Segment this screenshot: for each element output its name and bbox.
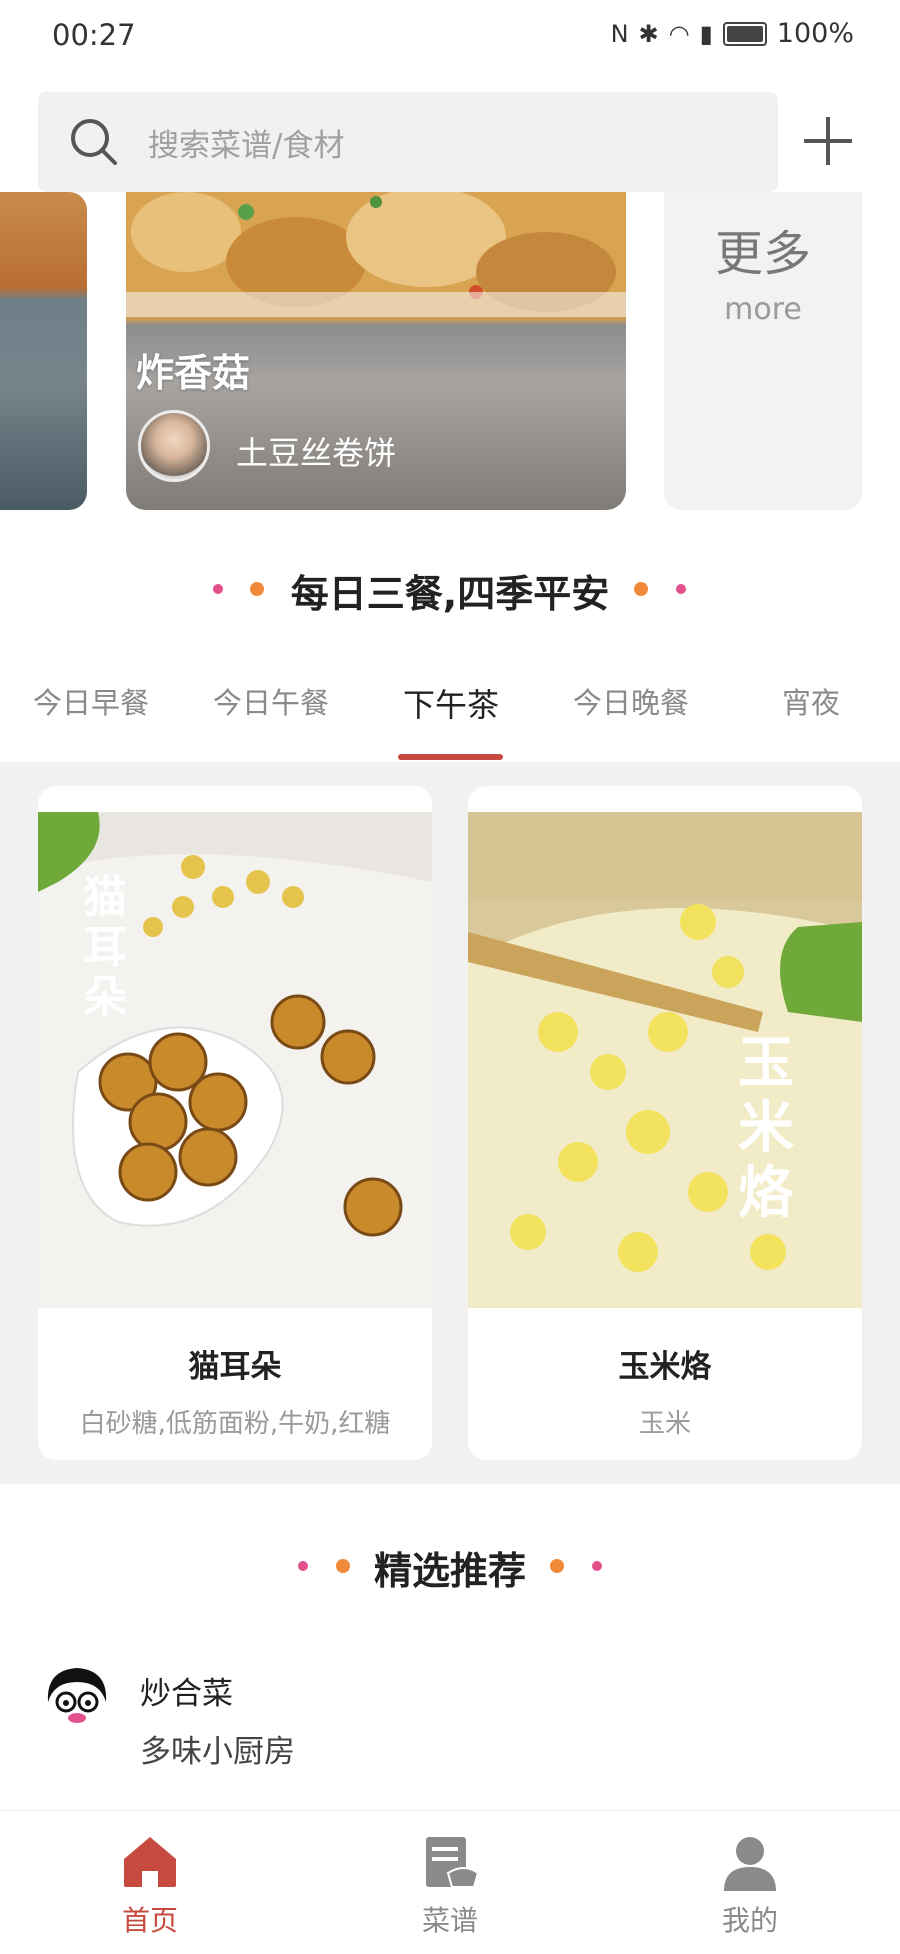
nav-home[interactable]: 首页 [60, 1811, 240, 1954]
meals-heading: 每日三餐,四季平安 [290, 572, 610, 616]
recipe-overlay-char: 耳 [83, 922, 127, 973]
status-time: 00:27 [52, 18, 136, 52]
bottom-nav: 首页 菜谱 我的 [0, 1810, 900, 1954]
search-bar[interactable]: 搜索菜谱/食材 [38, 92, 778, 192]
recipe-ingredients: 白砂糖,低筋面粉,牛奶,红糖 [79, 1409, 391, 1439]
featured-heading: 精选推荐 [373, 1549, 526, 1593]
decor-dot [634, 582, 648, 596]
recipe-ingredients: 玉米 [638, 1409, 691, 1439]
fried-mushroom-image [126, 192, 626, 317]
user-avatar[interactable] [40, 1662, 114, 1736]
recipe-overlay-char: 烙 [738, 1161, 794, 1226]
nav-home-label: 首页 [121, 1904, 178, 1937]
featured-title[interactable]: 炒合菜 [140, 1668, 233, 1713]
recipe-image: 猫 耳 朵 [38, 812, 432, 1308]
recipe-name: 玉米烙 [618, 1349, 712, 1385]
recipe-image: 玉 米 烙 [468, 812, 862, 1308]
recipe-overlay-char: 朵 [83, 972, 127, 1023]
nfc-icon: N [610, 19, 629, 48]
featured-author: 多味小厨房 [140, 1734, 295, 1770]
user-icon [724, 1837, 776, 1891]
tab-afternoon-tea[interactable]: 下午茶 [366, 680, 536, 726]
recipe-card[interactable]: 猫 耳 朵 猫耳朵 白砂糖,低筋面粉,牛奶,红糖 [38, 786, 432, 1460]
search-placeholder: 搜索菜谱/食材 [148, 128, 345, 164]
decor-dot [592, 1561, 602, 1571]
nav-profile[interactable]: 我的 [660, 1811, 840, 1954]
decor-dot [676, 584, 686, 594]
recipe-card[interactable]: 玉 米 烙 玉米烙 玉米 [468, 786, 862, 1460]
battery-level: 100% [776, 18, 854, 49]
add-icon[interactable] [800, 113, 856, 169]
wifi-icon: ◠ [668, 19, 690, 48]
status-icons: N ✱ ◠ ▮ 100% [611, 18, 854, 49]
recipe-name: 猫耳朵 [188, 1349, 282, 1385]
carousel-card-main[interactable]: 炸香菇 土豆丝卷饼 [126, 192, 626, 510]
decor-dot [550, 1559, 564, 1573]
recipe-book-icon [426, 1837, 480, 1888]
tab-lunch[interactable]: 今日午餐 [186, 680, 356, 722]
more-label-en: more [724, 292, 802, 327]
more-label-zh: 更多 [714, 226, 811, 282]
carousel-title: 炸香菇 [136, 351, 251, 395]
nav-recipes-label: 菜谱 [421, 1904, 478, 1937]
status-bar: 00:27 N ✱ ◠ ▮ 100% [0, 0, 900, 70]
tab-late-night[interactable]: 宵夜 [726, 680, 896, 722]
tab-active-indicator [398, 754, 503, 760]
bluetooth-icon: ✱ [638, 19, 659, 48]
tab-dinner[interactable]: 今日晚餐 [546, 680, 716, 722]
author-avatar[interactable] [138, 410, 210, 482]
tab-breakfast[interactable]: 今日早餐 [6, 680, 176, 722]
featured-heading-row: 精选推荐 [0, 1540, 900, 1593]
recipe-overlay-char: 米 [738, 1096, 794, 1161]
signal-icon: ▮ [699, 19, 713, 48]
recipe-overlay-char: 玉 [738, 1031, 794, 1096]
carousel-author: 土豆丝卷饼 [236, 434, 397, 472]
nav-recipes[interactable]: 菜谱 [360, 1811, 540, 1954]
carousel-card-prev[interactable] [0, 192, 87, 510]
meals-heading-row: 每日三餐,四季平安 [0, 563, 900, 616]
carousel-more-card[interactable]: 更多 more [664, 192, 862, 510]
search-icon [71, 119, 117, 165]
battery-icon [722, 21, 767, 46]
home-icon [124, 1837, 176, 1887]
nav-profile-label: 我的 [721, 1904, 778, 1937]
recipe-overlay-char: 猫 [83, 872, 127, 923]
